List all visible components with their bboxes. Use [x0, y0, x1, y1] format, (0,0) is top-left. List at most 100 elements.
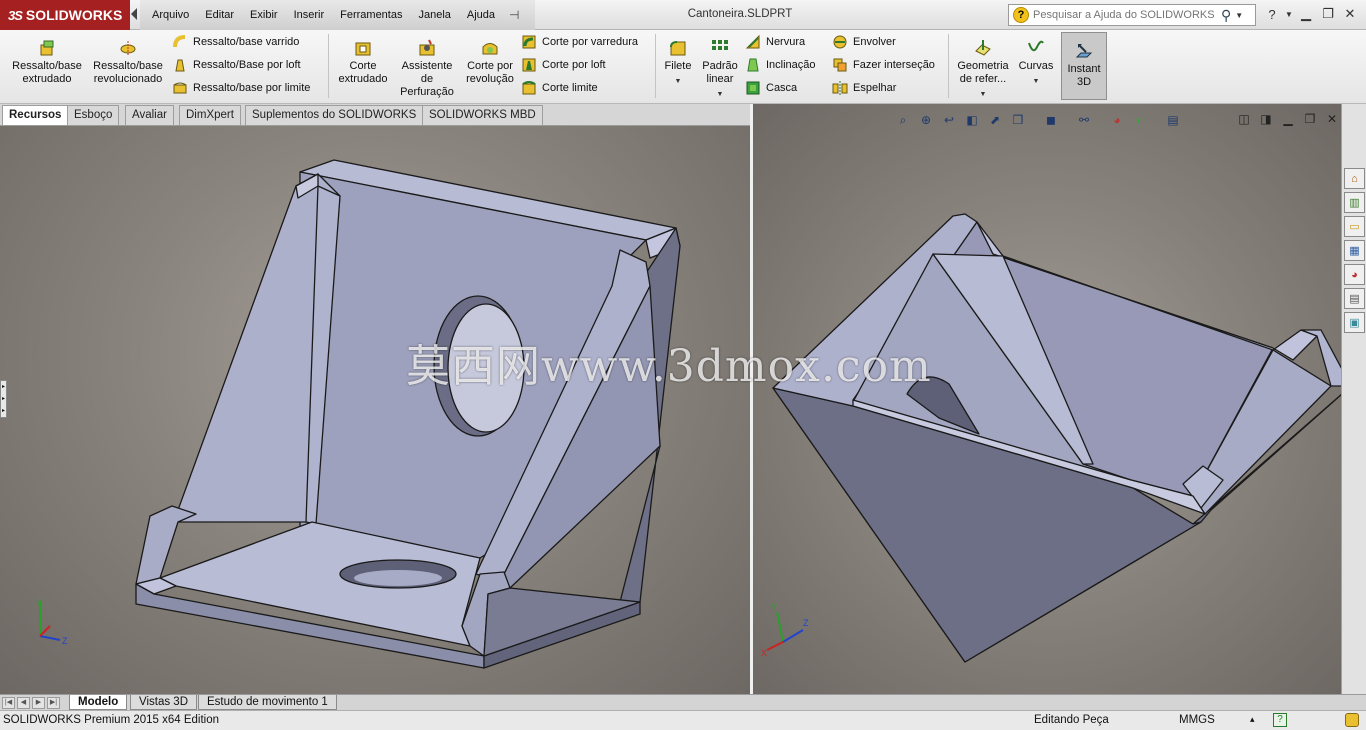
- curves-dropdown-icon[interactable]: ▼: [1033, 75, 1040, 88]
- tab-estudo-movimento[interactable]: Estudo de movimento 1: [198, 695, 337, 710]
- close-icon[interactable]: ✕: [1340, 4, 1360, 24]
- help-menu-icon[interactable]: ?: [1262, 4, 1282, 24]
- fillet-label: Filete: [664, 60, 692, 72]
- first-tab-icon[interactable]: |◀: [2, 697, 15, 709]
- apply-scene-icon[interactable]: ◐: [1130, 111, 1150, 129]
- extruded-boss-button[interactable]: Ressalto/base extrudado: [8, 38, 86, 86]
- tab-vistas-3d[interactable]: Vistas 3D: [130, 695, 198, 710]
- forum-icon[interactable]: ▣: [1344, 312, 1365, 333]
- last-tab-icon[interactable]: ▶|: [47, 697, 60, 709]
- shell-button[interactable]: Casca: [745, 78, 797, 98]
- previous-view-icon[interactable]: ↩: [939, 111, 959, 129]
- menu-janela[interactable]: Janela: [410, 9, 458, 21]
- appearances-icon[interactable]: ◕: [1344, 264, 1365, 285]
- help-icon[interactable]: ?: [1273, 713, 1287, 727]
- prev-tab-icon[interactable]: ◀: [17, 697, 30, 709]
- mirror-label: Espelhar: [853, 82, 897, 94]
- reference-geometry-dropdown-icon[interactable]: ▼: [980, 88, 987, 101]
- draft-button[interactable]: Inclinação: [745, 55, 816, 75]
- next-tab-icon[interactable]: ▶: [32, 697, 45, 709]
- mirror-button[interactable]: Espelhar: [832, 78, 896, 98]
- lofted-boss-label: Ressalto/Base por loft: [193, 59, 301, 71]
- menu-editar[interactable]: Editar: [197, 9, 242, 21]
- viewport-close-icon[interactable]: ✕: [1324, 110, 1340, 128]
- viewport-restore-icon[interactable]: ❐: [1302, 110, 1318, 128]
- menu-expand-arrow-icon[interactable]: [131, 8, 137, 20]
- view-orientation-icon[interactable]: ❒: [1008, 111, 1028, 129]
- menu-inserir[interactable]: Inserir: [286, 9, 333, 21]
- linear-pattern-button[interactable]: Padrão linear ▼: [700, 38, 740, 101]
- revolved-cut-button[interactable]: Corte por revolução: [461, 38, 519, 86]
- zoom-to-area-icon[interactable]: ⊕: [916, 111, 936, 129]
- reference-geometry-button[interactable]: Geometria de refer... ▼: [953, 38, 1013, 101]
- file-explorer-icon[interactable]: ▭: [1344, 216, 1365, 237]
- help-search-input[interactable]: [1033, 9, 1217, 21]
- part-model-right[interactable]: Y Z X: [753, 104, 1341, 694]
- restore-icon[interactable]: ❐: [1318, 4, 1338, 24]
- feature-manager-toggle[interactable]: ▸ ▸ ▸: [0, 380, 7, 418]
- section-view-icon[interactable]: ◧: [962, 111, 982, 129]
- viewport-minimize-icon[interactable]: ▁: [1280, 110, 1296, 128]
- part-model-left[interactable]: Y Z: [0, 126, 751, 694]
- units-selector[interactable]: MMGS: [1179, 714, 1215, 726]
- curves-button[interactable]: Curvas ▼: [1016, 38, 1056, 88]
- boundary-cut-button[interactable]: Corte limite: [521, 78, 598, 98]
- design-library-icon[interactable]: ▥: [1344, 192, 1365, 213]
- tab-dimxpert[interactable]: DimXpert: [179, 105, 241, 125]
- display-style-icon[interactable]: ◼: [1041, 111, 1061, 129]
- intersect-button[interactable]: Fazer interseção: [832, 55, 935, 75]
- wrap-button[interactable]: Envolver: [832, 32, 896, 52]
- swept-boss-label: Ressalto/base varrido: [193, 36, 300, 48]
- viewport-link-icon[interactable]: ◫: [1236, 110, 1252, 128]
- menu-ajuda[interactable]: Ajuda: [459, 9, 503, 21]
- fillet-dropdown-icon[interactable]: ▼: [675, 75, 682, 88]
- help-dropdown-icon[interactable]: ▼: [1284, 4, 1294, 24]
- swept-cut-button[interactable]: Corte por varredura: [521, 32, 638, 52]
- menu-arquivo[interactable]: Arquivo: [144, 9, 197, 21]
- lofted-boss-button[interactable]: Ressalto/Base por loft: [172, 55, 301, 75]
- rib-button[interactable]: Nervura: [745, 32, 805, 52]
- zoom-to-fit-icon[interactable]: ⌕: [893, 111, 913, 129]
- tab-avaliar[interactable]: Avaliar: [125, 105, 174, 125]
- instant3d-button[interactable]: Instant 3D: [1061, 32, 1107, 100]
- view-palette-icon[interactable]: ▦: [1344, 240, 1365, 261]
- menu-ferramentas[interactable]: Ferramentas: [332, 9, 410, 21]
- view-settings-icon[interactable]: ▤: [1163, 111, 1183, 129]
- tab-mbd[interactable]: SOLIDWORKS MBD: [422, 105, 543, 125]
- dynamic-annotation-icon[interactable]: ⬈: [985, 111, 1005, 129]
- solidworks-resources-icon[interactable]: ⌂: [1344, 168, 1365, 189]
- linear-pattern-dropdown-icon[interactable]: ▼: [717, 88, 724, 101]
- help-search-box[interactable]: ? ⚲ ▼: [1008, 4, 1256, 26]
- tab-modelo[interactable]: Modelo: [69, 695, 128, 710]
- hide-show-items-icon[interactable]: ⚯: [1074, 111, 1094, 129]
- triad-x-label: X: [761, 648, 767, 658]
- boundary-boss-button[interactable]: Ressalto/base por limite: [172, 78, 310, 98]
- hole-wizard-button[interactable]: Assistente de Perfuração: [397, 38, 457, 99]
- swept-boss-button[interactable]: Ressalto/base varrido: [172, 32, 299, 52]
- boundary-cut-icon: [521, 80, 537, 96]
- lofted-cut-button[interactable]: Corte por loft: [521, 55, 606, 75]
- extruded-boss-icon: [37, 38, 57, 58]
- tab-suplementos[interactable]: Suplementos do SOLIDWORKS: [245, 105, 424, 125]
- edit-appearance-icon[interactable]: ◕: [1107, 111, 1127, 129]
- menu-exibir[interactable]: Exibir: [242, 9, 286, 21]
- fillet-button[interactable]: Filete ▼: [660, 38, 696, 88]
- pin-icon[interactable]: ⊣: [509, 8, 519, 22]
- tab-esboco[interactable]: Esboço: [67, 105, 120, 125]
- triad-right: Y Z X: [761, 602, 809, 658]
- shell-label: Casca: [766, 82, 798, 94]
- solidworks-logo[interactable]: 3S SOLIDWORKS: [0, 0, 130, 30]
- viewport-splitter[interactable]: [750, 104, 753, 694]
- revolved-boss-button[interactable]: Ressalto/base revolucionado: [88, 38, 168, 86]
- graphics-area-right[interactable]: Y Z X: [753, 104, 1341, 694]
- minimize-icon[interactable]: ▁: [1296, 4, 1316, 24]
- viewport-toggle-icon[interactable]: ◨: [1258, 110, 1274, 128]
- rebuild-status-icon[interactable]: [1345, 713, 1359, 727]
- tab-recursos[interactable]: Recursos: [2, 105, 69, 125]
- custom-properties-icon[interactable]: ▤: [1344, 288, 1365, 309]
- graphics-area-left[interactable]: Y Z: [0, 126, 751, 694]
- extruded-cut-button[interactable]: Corte extrudado: [333, 38, 393, 86]
- units-arrow-icon[interactable]: ▴: [1250, 714, 1255, 725]
- chevron-down-icon[interactable]: ▼: [1235, 11, 1243, 20]
- search-icon[interactable]: ⚲: [1221, 7, 1231, 24]
